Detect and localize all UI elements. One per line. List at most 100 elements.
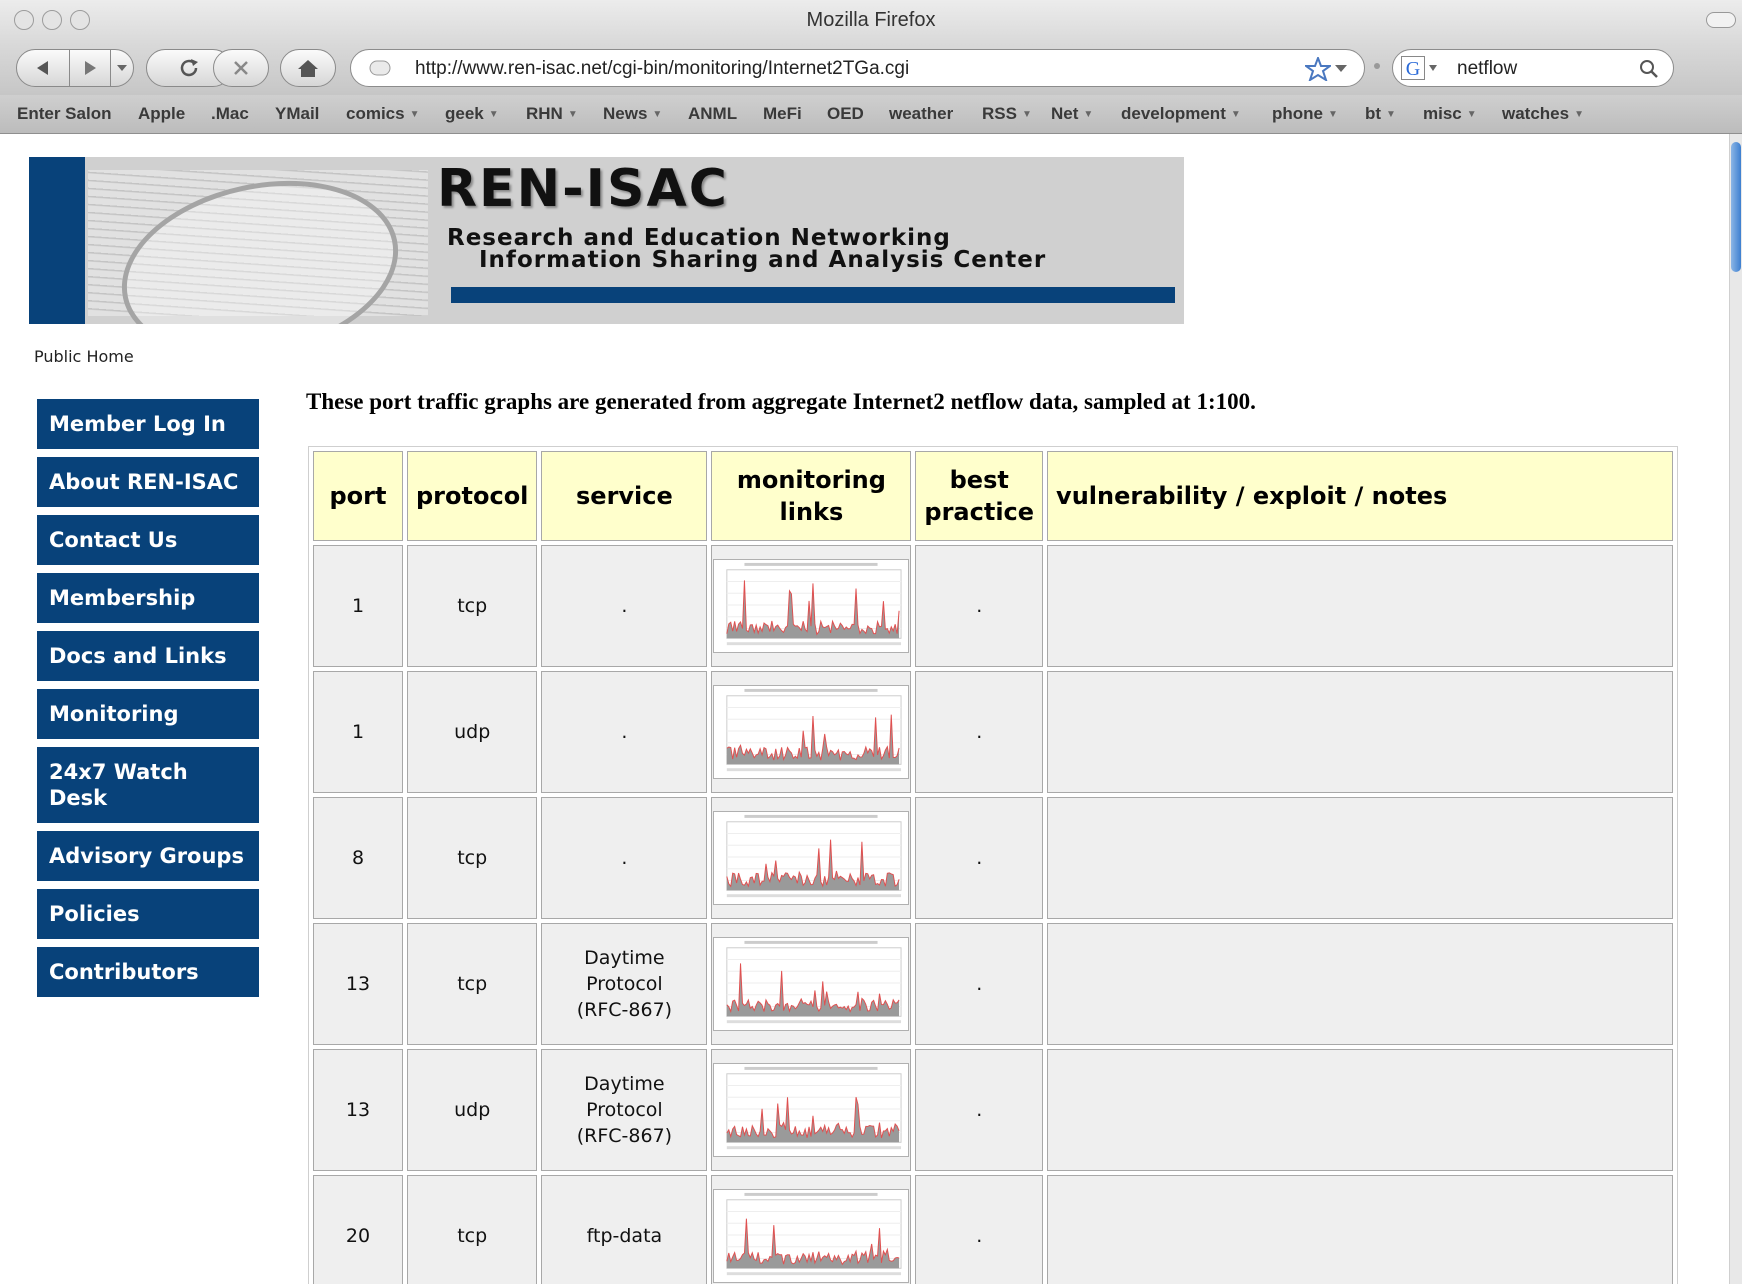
bookmark-folder[interactable]: geek ▼ <box>445 104 499 124</box>
search-icon[interactable] <box>1639 59 1659 79</box>
chevron-down-icon: ▼ <box>1021 109 1032 120</box>
sidebar-item-contributors[interactable]: Contributors <box>37 947 259 997</box>
bookmark-item[interactable]: OED <box>827 104 864 124</box>
cell-protocol: tcp <box>407 797 538 919</box>
bookmark-folder[interactable]: bt ▼ <box>1365 104 1396 124</box>
chevron-down-icon: ▼ <box>1574 109 1584 120</box>
cell-best-practice: . <box>915 1049 1044 1171</box>
bookmark-folder[interactable]: News ▼ <box>603 104 662 124</box>
traffic-graph-thumbnail[interactable] <box>713 1189 910 1283</box>
traffic-graph-thumbnail[interactable] <box>713 811 910 905</box>
chevron-down-icon: ▼ <box>652 109 663 120</box>
scrollbar-thumb[interactable] <box>1731 142 1741 272</box>
traffic-graph-thumbnail[interactable] <box>713 937 910 1031</box>
sidebar-nav: Member Log In About REN-ISAC Contact Us … <box>37 399 259 1005</box>
home-button[interactable] <box>280 49 336 87</box>
cell-notes <box>1047 1175 1674 1284</box>
page-content: REN-ISAC Research and Education Networki… <box>5 134 1729 1284</box>
bookmark-folder[interactable]: development ▼ <box>1121 104 1241 124</box>
stop-button[interactable] <box>213 49 269 87</box>
bookmark-item[interactable]: YMail <box>275 104 319 124</box>
traffic-graph-thumbnail[interactable] <box>713 1063 910 1157</box>
sidebar-item-contact[interactable]: Contact Us <box>37 515 259 565</box>
back-arrow-icon <box>37 61 48 75</box>
search-box[interactable]: G netflow <box>1392 49 1674 87</box>
url-history-chevron-icon[interactable] <box>1335 64 1347 73</box>
chevron-down-icon: ▼ <box>409 109 420 120</box>
header-best-practice: best practice <box>915 451 1044 541</box>
site-banner[interactable]: REN-ISAC Research and Education Networki… <box>29 157 1184 324</box>
search-input[interactable]: netflow <box>1457 58 1517 80</box>
window-title: Mozilla Firefox <box>806 9 936 31</box>
table-row: 1 tcp . . <box>313 545 1674 667</box>
breadcrumb[interactable]: Public Home <box>34 347 134 366</box>
stop-icon <box>234 61 248 75</box>
chevron-down-icon: ▼ <box>1328 109 1338 120</box>
header-protocol: protocol <box>407 451 538 541</box>
chevron-down-icon: ▼ <box>1466 109 1477 120</box>
cell-protocol: tcp <box>407 1175 538 1284</box>
magnifying-glass-icon <box>105 157 415 324</box>
cell-protocol: tcp <box>407 545 538 667</box>
cell-port: 13 <box>313 923 403 1045</box>
url-text[interactable]: http://www.ren-isac.net/cgi-bin/monitori… <box>415 58 909 80</box>
sidebar-item-monitoring[interactable]: Monitoring <box>37 689 259 739</box>
bookmark-item[interactable]: .Mac <box>211 104 249 124</box>
banner-subtitle-line2: Information Sharing and Analysis Center <box>479 247 1047 273</box>
table-row: 8 tcp . . <box>313 797 1674 919</box>
header-port: port <box>313 451 403 541</box>
url-bar[interactable]: http://www.ren-isac.net/cgi-bin/monitori… <box>350 49 1365 87</box>
bookmark-folder[interactable]: comics ▼ <box>346 104 420 124</box>
history-dropdown-button[interactable] <box>110 49 134 87</box>
sidebar-item-policies[interactable]: Policies <box>37 889 259 939</box>
cell-notes <box>1047 797 1674 919</box>
bookmark-item[interactable]: MeFi <box>763 104 802 124</box>
vertical-scrollbar[interactable] <box>1729 134 1742 1284</box>
bookmark-item[interactable]: Enter Salon <box>17 104 111 124</box>
toolbar-toggle-button[interactable] <box>1706 12 1736 28</box>
sidebar-item-about[interactable]: About REN-ISAC <box>37 457 259 507</box>
sidebar-item-watch-desk[interactable]: 24x7 Watch Desk <box>37 747 259 823</box>
sidebar-item-membership[interactable]: Membership <box>37 573 259 623</box>
table-header-row: port protocol service monitoring links b… <box>313 451 1674 541</box>
banner-blue-stripe <box>29 157 85 324</box>
port-traffic-table: port protocol service monitoring links b… <box>308 446 1679 1284</box>
google-engine-icon[interactable]: G <box>1401 56 1425 80</box>
cell-notes <box>1047 923 1674 1045</box>
table-row: 13 udp Daytime Protocol (RFC-867) . <box>313 1049 1674 1171</box>
back-button[interactable] <box>16 49 70 87</box>
engine-chevron-icon[interactable] <box>1429 65 1437 71</box>
bookmark-folder[interactable]: phone ▼ <box>1272 104 1338 124</box>
bookmarks-toolbar: Enter Salon Apple .Mac YMail comics ▼ gee… <box>0 95 1742 134</box>
sidebar-item-docs-and-links[interactable]: Docs and Links <box>37 631 259 681</box>
window-titlebar: Mozilla Firefox <box>0 0 1742 44</box>
traffic-graph-thumbnail[interactable] <box>713 559 910 653</box>
forward-arrow-icon <box>85 61 96 75</box>
cell-port: 20 <box>313 1175 403 1284</box>
bookmark-folder[interactable]: misc ▼ <box>1423 104 1477 124</box>
cell-service: Daytime Protocol (RFC-867) <box>541 923 708 1045</box>
cell-service: ftp-data <box>541 1175 708 1284</box>
cell-notes <box>1047 1049 1674 1171</box>
bookmark-folder[interactable]: watches ▼ <box>1502 104 1584 124</box>
chevron-down-icon: ▼ <box>1083 109 1094 120</box>
bookmark-folder[interactable]: Net ▼ <box>1051 104 1093 124</box>
bookmark-star-icon[interactable] <box>1305 57 1331 81</box>
cell-notes <box>1047 671 1674 793</box>
bookmark-item[interactable]: ANML <box>688 104 737 124</box>
bookmark-item[interactable]: Apple <box>138 104 185 124</box>
bookmark-folder[interactable]: RSS ▼ <box>982 104 1032 124</box>
sidebar-item-member-log-in[interactable]: Member Log In <box>37 399 259 449</box>
chevron-down-icon <box>117 65 127 71</box>
cell-protocol: tcp <box>407 923 538 1045</box>
forward-button[interactable] <box>69 49 111 87</box>
cell-port: 1 <box>313 671 403 793</box>
sidebar-item-advisory-groups[interactable]: Advisory Groups <box>37 831 259 881</box>
banner-underline-bar <box>451 287 1175 303</box>
bookmark-folder[interactable]: RHN ▼ <box>526 104 578 124</box>
bookmark-item[interactable]: weather <box>889 104 953 124</box>
traffic-graph-thumbnail[interactable] <box>713 685 910 779</box>
navigation-toolbar: http://www.ren-isac.net/cgi-bin/monitori… <box>0 44 1742 95</box>
table-row: 1 udp . . <box>313 671 1674 793</box>
chevron-down-icon: ▼ <box>1386 109 1396 120</box>
